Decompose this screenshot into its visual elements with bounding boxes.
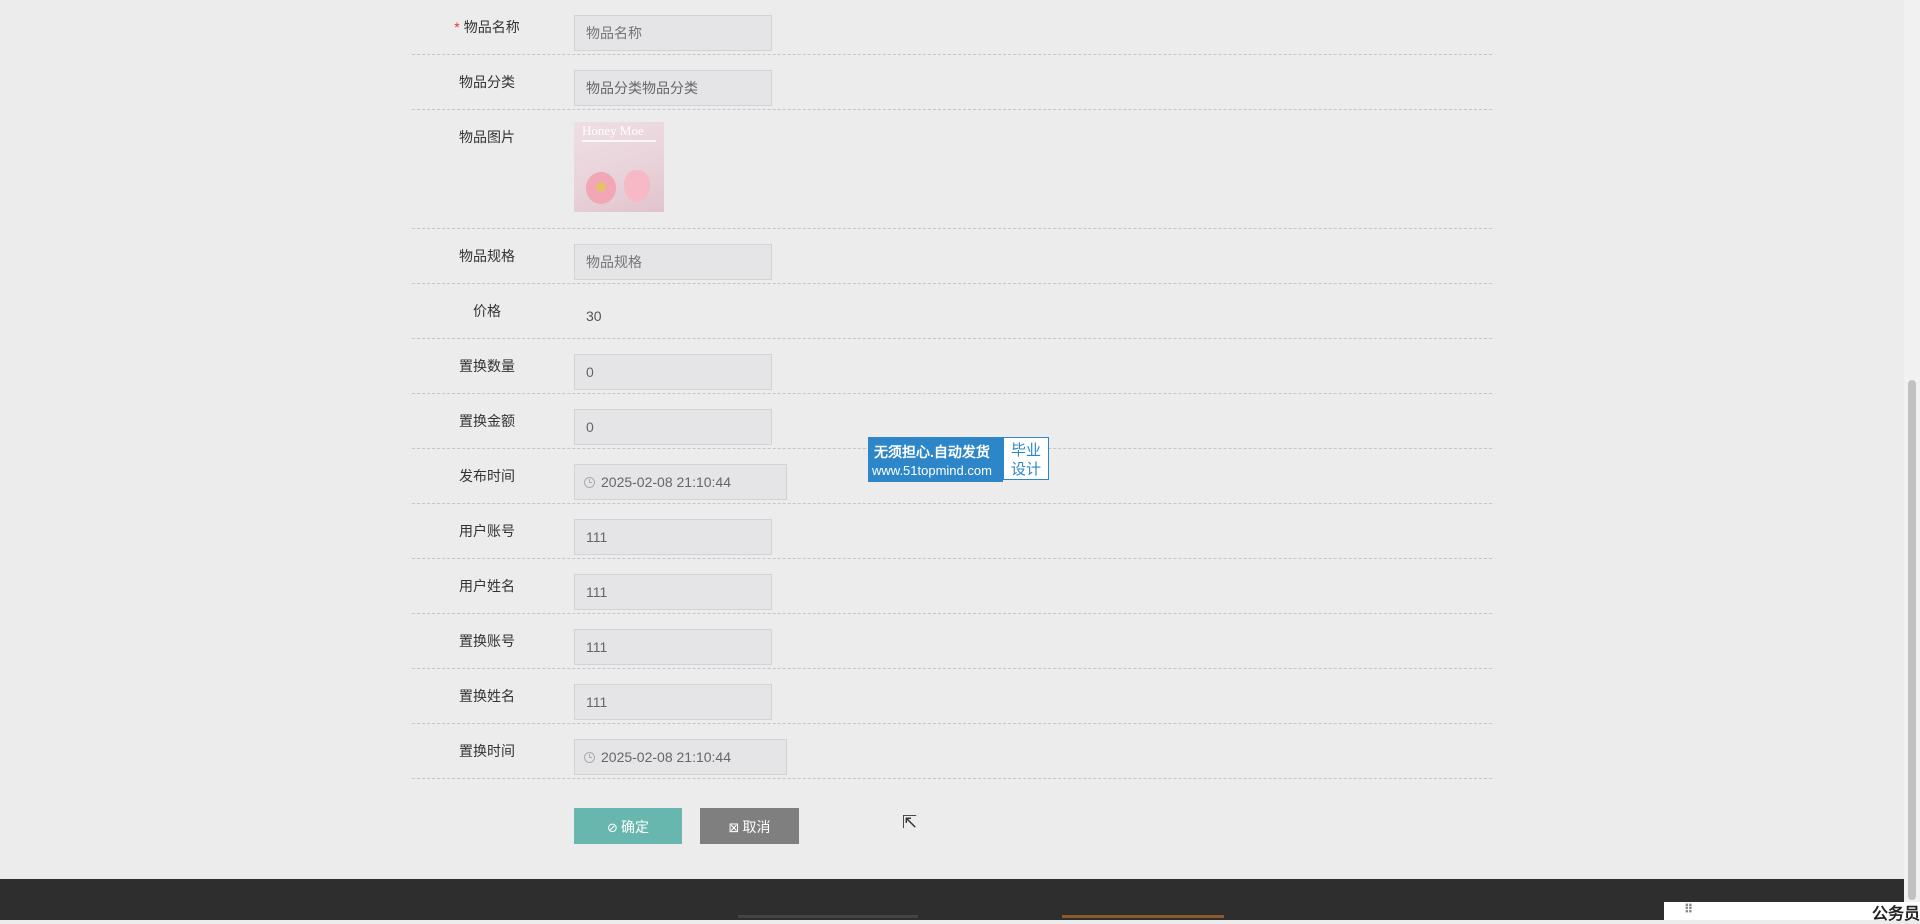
item-category-label: 物品分类 [459,74,515,90]
row-item-category: 物品分类 物品分类物品分类 [412,55,1492,110]
row-exchange-quantity: 置换数量 [412,339,1492,394]
watermark-line2: www.51topmind.com [872,463,992,478]
scrollbar-thumb[interactable] [1908,380,1916,900]
corner-text: 公务员 [1871,906,1920,923]
exchange-quantity-label: 置换数量 [459,358,515,374]
item-form: *物品名称 物品分类 物品分类物品分类 物品图片 Honey Moe 物品规格 … [412,0,1492,779]
exchange-amount-label: 置换金额 [459,413,515,429]
item-spec-label: 物品规格 [459,248,515,264]
exchange-quantity-input[interactable] [574,354,772,390]
thumbnail-caption: Honey Moe [582,123,644,138]
row-item-image: 物品图片 Honey Moe [412,110,1492,229]
item-image-label: 物品图片 [459,129,515,145]
item-spec-input[interactable] [574,244,772,280]
item-name-label: * 物品名称 [454,19,520,35]
publish-time-picker[interactable]: 2025-02-08 21:10:44 [574,464,787,500]
vertical-scrollbar[interactable] [1904,0,1920,920]
watermark-line1: 无须担心.自动发货 [874,444,990,460]
cancel-button[interactable]: ⊠ 取消 [700,808,799,844]
user-name-field[interactable]: 111 [574,574,772,610]
user-account-label: 用户账号 [459,523,515,539]
price-label: 价格 [473,303,501,319]
row-user-account: 用户账号 111 [412,504,1492,559]
row-price: 价格 30 [412,284,1492,339]
item-name-input[interactable] [574,15,772,51]
exchange-name-label: 置换姓名 [459,688,515,704]
price-value: 30 [586,308,602,324]
row-exchange-name: 置换姓名 111 [412,669,1492,724]
clock-icon [584,477,595,488]
row-exchange-time: 置换时间 2025-02-08 21:10:44 [412,724,1492,779]
user-account-field[interactable]: 111 [574,519,772,555]
publish-time-label: 发布时间 [459,468,515,484]
mouse-cursor-icon: ⇱ [902,812,918,832]
corner-widget: ⠿ 公务员 [1664,902,1920,923]
clock-icon [584,752,595,763]
watermark-side-top: 毕业 [1010,442,1041,459]
page-footer [0,879,1920,920]
item-image-thumbnail[interactable]: Honey Moe [574,122,664,212]
row-item-spec: 物品规格 [412,229,1492,284]
user-name-label: 用户姓名 [459,578,515,594]
confirm-button[interactable]: ⊘ 确定 [574,808,682,844]
item-category-field[interactable]: 物品分类物品分类 [574,70,772,106]
row-item-name: * 物品名称 [412,0,1492,55]
row-exchange-account: 置换账号 111 [412,614,1492,669]
watermark-side-bottom: 设计 [1010,461,1041,478]
exchange-account-label: 置换账号 [459,633,515,649]
exchange-name-field[interactable]: 111 [574,684,772,720]
exchange-time-picker[interactable]: 2025-02-08 21:10:44 [574,739,787,775]
exchange-time-label: 置换时间 [459,743,515,759]
watermark-badge: 无须担心.自动发货 www.51topmind.com 毕业 设计 [868,437,1051,482]
row-user-name: 用户姓名 111 [412,559,1492,614]
exchange-amount-field[interactable]: 0 [574,409,772,445]
exchange-account-field[interactable]: 111 [574,629,772,665]
required-mark: * [454,19,460,35]
check-circle-icon: ⊘ [607,820,618,835]
drag-handle-icon[interactable]: ⠿ [1684,902,1693,916]
close-box-icon: ⊠ [728,820,740,835]
